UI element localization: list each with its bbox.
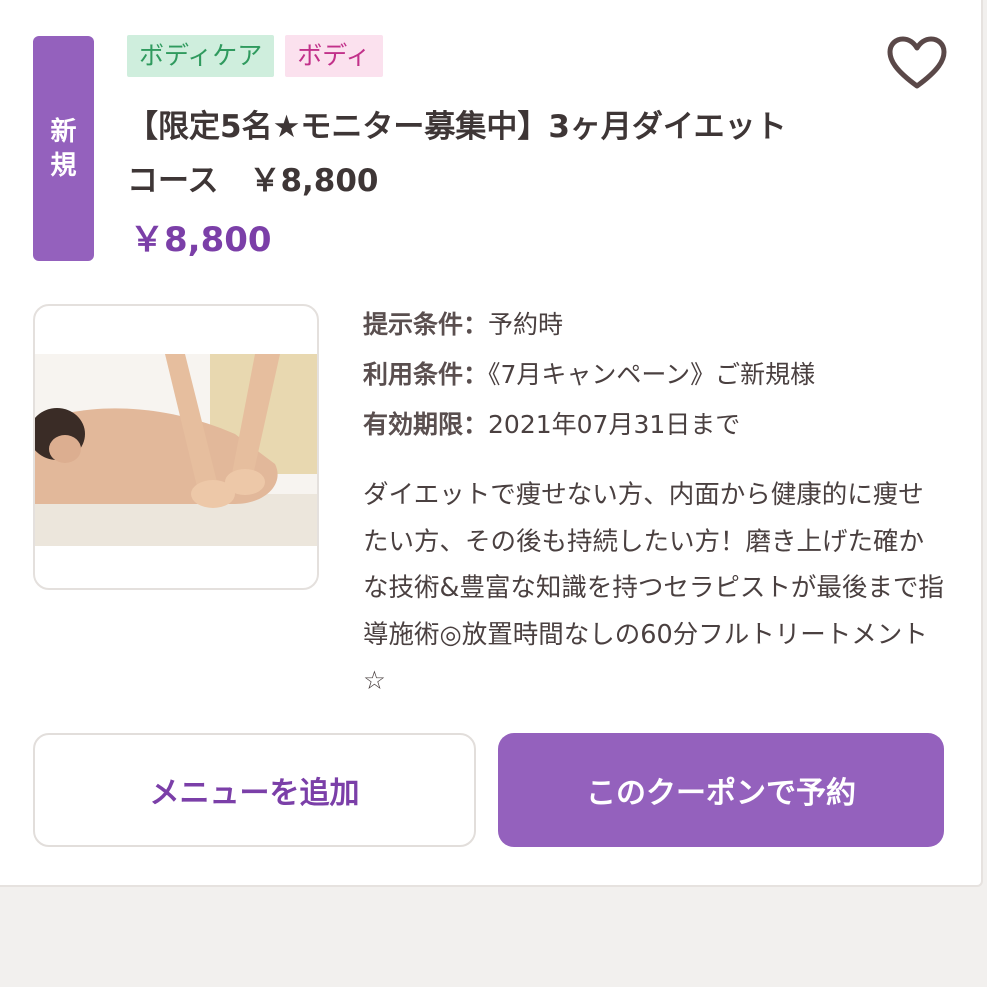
detail-usage: 利用条件：《7月キャンペーン》ご新規様 (363, 353, 963, 403)
coupon-description: ダイエットで痩せない方、内面から健康的に痩せたい方、その後も持続したい方！磨き上… (363, 480, 944, 696)
coupon-image (33, 304, 319, 590)
new-badge: 新 規 (33, 36, 94, 261)
new-badge-char-2: 規 (50, 150, 77, 181)
new-badge-char-1: 新 (50, 116, 77, 147)
coupon-title-line-1: 【限定5名★モニター募集中】3ヶ月ダイエット (127, 109, 787, 145)
page: 新 規 ボディケア ボディ 【限定5名★モニター募集中】3ヶ月ダイエット コース… (0, 0, 987, 987)
detail-value: 2021年07月31日まで (488, 410, 741, 439)
detail-expiry: 有効期限：2021年07月31日まで (363, 403, 963, 453)
detail-presentation: 提示条件：予約時 (363, 303, 963, 353)
coupon-title-line-2: コース ￥8,800 (127, 163, 379, 199)
heart-icon[interactable] (887, 36, 947, 90)
category-tags: ボディケア ボディ (127, 35, 383, 77)
tag-body-care[interactable]: ボディケア (127, 35, 275, 77)
coupon-details: 提示条件：予約時 利用条件：《7月キャンペーン》ご新規様 有効期限：2021年0… (363, 303, 963, 453)
coupon-price: ￥8,800 (130, 220, 272, 260)
coupon-card: 新 規 ボディケア ボディ 【限定5名★モニター募集中】3ヶ月ダイエット コース… (0, 0, 983, 887)
detail-value: 《7月キャンペーン》ご新規様 (488, 360, 816, 389)
detail-label: 提示条件： (363, 310, 489, 339)
detail-value: 予約時 (488, 310, 564, 339)
coupon-title[interactable]: 【限定5名★モニター募集中】3ヶ月ダイエット コース ￥8,800 (127, 100, 847, 208)
tag-body[interactable]: ボディ (285, 35, 383, 77)
reserve-with-coupon-button[interactable]: このクーポンで予約 (498, 733, 944, 847)
add-menu-button[interactable]: メニューを追加 (33, 733, 476, 847)
detail-label: 有効期限： (363, 410, 489, 439)
detail-label: 利用条件： (363, 360, 489, 389)
